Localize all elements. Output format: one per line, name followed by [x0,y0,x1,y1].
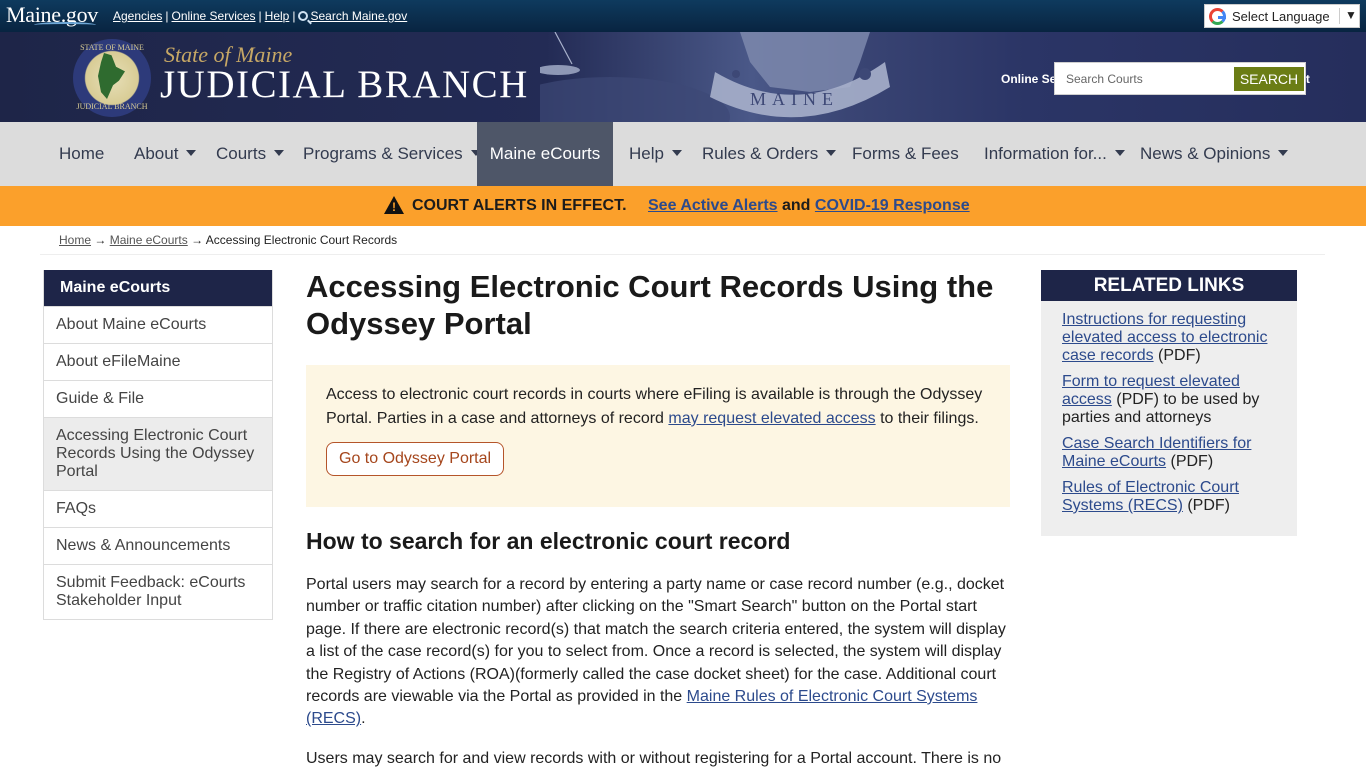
caret-down-icon [274,150,285,156]
nav-information-for[interactable]: Information for... [968,122,1141,186]
related-link-item: Instructions for requesting elevated acc… [1062,311,1277,365]
related-link-item: Case Search Identifiers for Maine eCourt… [1062,435,1277,471]
logo-swoosh [34,22,96,28]
breadcrumb-home[interactable]: Home [59,233,91,247]
breadcrumb-arrow-icon: → [191,233,204,247]
search-maine-gov-link[interactable]: Search Maine.gov [310,9,407,23]
divider [40,254,1325,255]
paragraph-text: Portal users may search for a record by … [306,576,1006,706]
banner-background-art: MAINE [540,32,890,122]
search-button[interactable]: SEARCH [1234,67,1304,91]
related-links-heading: RELATED LINKS [1041,270,1297,301]
nav-rules-orders[interactable]: Rules & Orders [686,122,852,186]
paragraph-text-end: . [361,710,366,728]
nav-maine-ecourts[interactable]: Maine eCourts [477,122,613,186]
search-instructions-paragraph: Portal users may search for a record by … [306,574,1010,731]
maine-map-icon [98,53,125,99]
nav-label: Courts [216,144,267,163]
alert-links: See Active Alerts and COVID-19 Response [648,197,970,215]
case-search-identifiers-link[interactable]: Case Search Identifiers for Maine eCourt… [1062,435,1251,470]
nav-label: News & Opinions [1140,144,1271,163]
sidebar-item-about-efilemaine[interactable]: About eFileMaine [44,343,272,380]
related-links-list: Instructions for requesting elevated acc… [1041,301,1297,515]
separator: | [292,9,296,23]
separator: | [165,9,169,23]
main-nav: Home About Courts Programs & Services Ma… [0,122,1366,186]
section-heading: How to search for an electronic court re… [306,528,791,554]
site-title[interactable]: JUDICIAL BRANCH [160,62,529,107]
language-select-label: Select Language [1232,9,1330,24]
nav-label: Forms & Fees [852,144,959,163]
dropdown-arrow-icon: ▼ [1345,8,1357,22]
page-title: Accessing Electronic Court Records Using… [306,269,994,341]
judicial-branch-seal[interactable]: STATE OF MAINE JUDICIAL BRANCH [73,39,151,117]
svg-text:MAINE: MAINE [750,89,839,109]
seal-text-top: STATE OF MAINE [80,43,144,52]
nav-home[interactable]: Home [43,122,120,186]
elevated-access-link[interactable]: may request elevated access [668,410,875,427]
covid-response-link[interactable]: COVID-19 Response [815,197,970,214]
divider [1339,8,1340,24]
breadcrumb-maine-ecourts[interactable]: Maine eCourts [110,233,188,247]
nav-label: Rules & Orders [702,144,819,163]
nav-forms-fees[interactable]: Forms & Fees [836,122,975,186]
nav-programs-services[interactable]: Programs & Services [287,122,497,186]
nav-label: Help [629,144,664,163]
sidebar-item-accessing-records[interactable]: Accessing Electronic Court Records Using… [44,417,272,490]
related-links-panel: RELATED LINKS Instructions for requestin… [1041,270,1297,536]
go-to-odyssey-portal-button[interactable]: Go to Odyssey Portal [326,442,505,476]
callout-text: Access to electronic court records in co… [326,383,990,431]
online-services-link[interactable]: Online Services [172,9,256,23]
warning-icon [384,196,404,214]
sidebar-item-news-announcements[interactable]: News & Announcements [44,527,272,564]
nav-label: Programs & Services [303,144,463,163]
related-link-item: Rules of Electronic Court Systems (RECS)… [1062,479,1277,515]
nav-label: Maine eCourts [489,144,601,163]
nav-news-opinions[interactable]: News & Opinions [1124,122,1304,186]
callout-text-after: to their filings. [875,410,979,427]
breadcrumb: Home → Maine eCourts → Accessing Electro… [59,233,397,247]
sidebar-item-faqs[interactable]: FAQs [44,490,272,527]
seal-text-bottom: JUDICIAL BRANCH [76,102,148,111]
nav-about[interactable]: About [118,122,212,186]
caret-down-icon [186,150,197,156]
caret-down-icon [1278,150,1289,156]
nav-label: Home [59,144,105,163]
court-alert-bar: COURT ALERTS IN EFFECT. See Active Alert… [0,186,1366,226]
active-alerts-link[interactable]: See Active Alerts [648,197,778,214]
search-icon [298,11,309,21]
nav-label: Information for... [984,144,1107,163]
separator: | [258,9,262,23]
related-link-suffix: (PDF) [1153,347,1201,364]
alert-text: COURT ALERTS IN EFFECT. [412,197,627,214]
portal-callout: Access to electronic court records in co… [306,365,1010,507]
gov-links: Agencies | Online Services | Help | Search Mai… [113,9,407,23]
section-sidebar: Maine eCourts About Maine eCourts About … [43,270,273,620]
alert-joiner: and [782,197,811,214]
caret-down-icon [671,150,682,156]
search-courts-input[interactable] [1056,64,1226,93]
sidebar-heading[interactable]: Maine eCourts [44,270,272,306]
google-icon [1209,8,1226,25]
agencies-link[interactable]: Agencies [113,9,162,23]
nav-label: About [134,144,179,163]
language-select[interactable]: Select Language ▼ [1204,4,1360,28]
site-header: MAINE STATE OF MAINE JUDICIAL BRANCH Sta… [0,32,1366,122]
sidebar-item-guide-file[interactable]: Guide & File [44,380,272,417]
help-link[interactable]: Help [265,9,290,23]
related-link-suffix: (PDF) [1166,453,1214,470]
maine-gov-bar: Maine.gov Agencies | Online Services | Help |… [0,0,1366,32]
main-content: Accessing Electronic Court Records Using… [306,268,1010,767]
sidebar-item-submit-feedback[interactable]: Submit Feedback: eCourts Stakeholder Inp… [44,564,272,619]
breadcrumb-current: Accessing Electronic Court Records [205,233,398,247]
nav-courts[interactable]: Courts [200,122,300,186]
related-link-item: Form to request elevated access (PDF) to… [1062,373,1277,427]
sidebar-item-about-maine-ecourts[interactable]: About Maine eCourts [44,306,272,343]
breadcrumb-arrow-icon: → [94,233,107,247]
registration-paragraph: Users may search for and view records wi… [306,750,1002,767]
court-search-form: SEARCH [1054,62,1306,95]
caret-down-icon [826,150,837,156]
related-link-suffix: (PDF) [1182,497,1231,514]
